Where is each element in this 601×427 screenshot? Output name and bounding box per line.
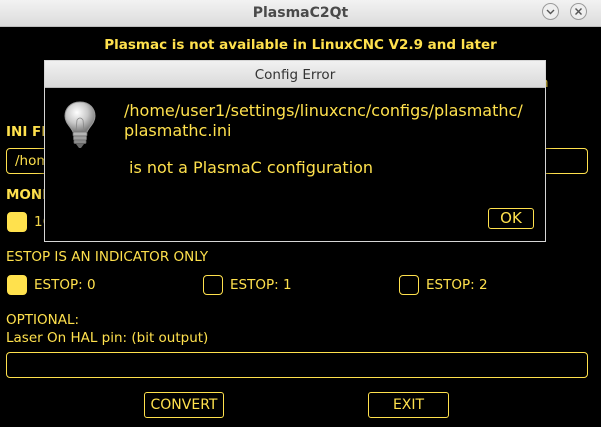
estop-1-label: ESTOP: 1 [230, 277, 292, 293]
close-button[interactable] [570, 3, 587, 20]
dialog-title: Config Error [254, 67, 336, 83]
dialog-path-line1: /home/user1/settings/linuxcnc/configs/pl… [124, 101, 523, 120]
estop-2-label: ESTOP: 2 [426, 277, 488, 293]
close-icon [575, 8, 582, 15]
estop-heading: ESTOP IS AN INDICATOR ONLY [6, 249, 209, 265]
estop-2-checkbox[interactable] [399, 275, 419, 295]
window-titlebar[interactable]: PlasmaC2Qt [0, 0, 601, 27]
minimize-button[interactable] [542, 3, 559, 20]
estop-0-label: ESTOP: 0 [34, 277, 96, 293]
laser-pin-input[interactable] [6, 352, 588, 378]
lightbulb-icon [64, 101, 96, 148]
monitor-checkbox[interactable] [7, 212, 27, 232]
ok-button[interactable]: OK [488, 208, 534, 229]
estop-0-checkbox[interactable] [7, 275, 27, 295]
window-title: PlasmaC2Qt [252, 5, 349, 21]
convert-button[interactable]: CONVERT [144, 392, 224, 418]
config-error-dialog: Config Error /home/user1/settings/linuxc… [44, 60, 546, 242]
version-banner: Plasmac is not available in LinuxCNC V2.… [104, 37, 497, 53]
dialog-titlebar[interactable]: Config Error [45, 61, 545, 88]
exit-button[interactable]: EXIT [368, 392, 449, 418]
dialog-path-line2: plasmathc.ini [124, 121, 232, 140]
laser-pin-label: Laser On HAL pin: (bit output) [6, 330, 209, 346]
dialog-message: is not a PlasmaC configuration [129, 158, 374, 177]
monitor-label: MONI [6, 187, 48, 203]
chevron-down-icon [546, 9, 555, 15]
estop-1-checkbox[interactable] [203, 275, 223, 295]
optional-label: OPTIONAL: [6, 312, 80, 328]
